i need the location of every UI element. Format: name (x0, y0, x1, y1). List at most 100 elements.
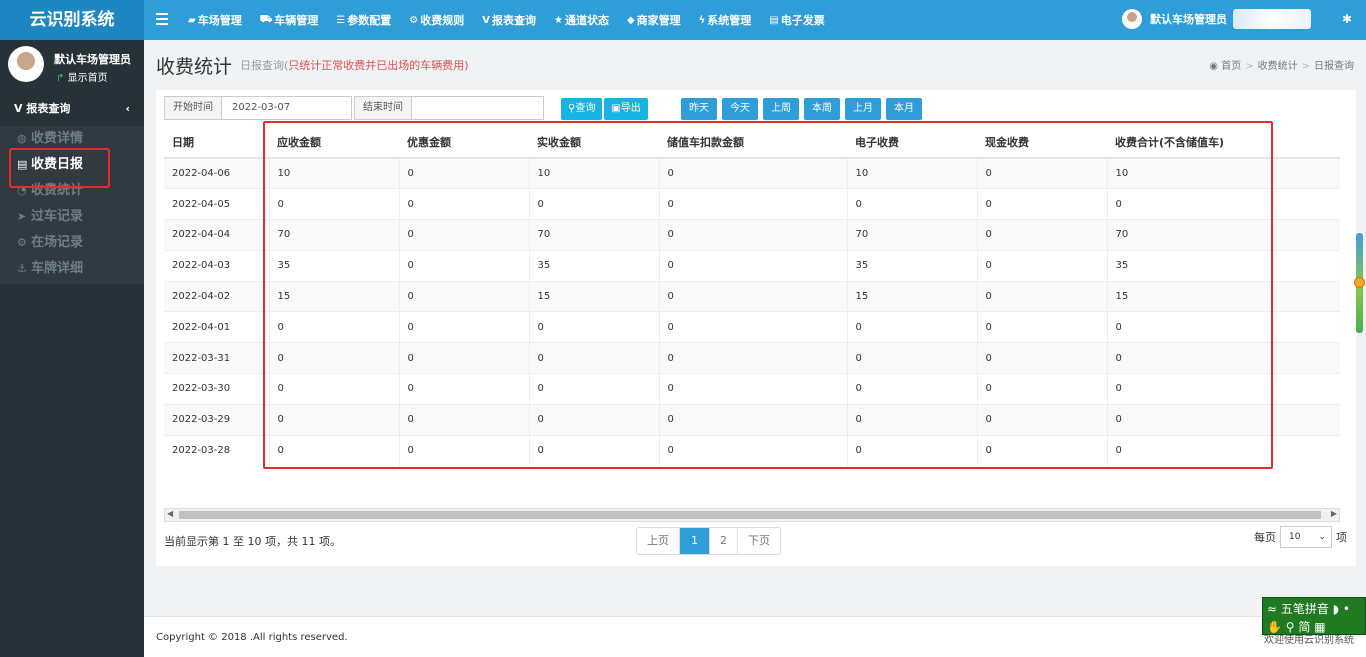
table-cell: 0 (658, 219, 847, 251)
table-cell: 0 (528, 434, 659, 466)
table-cell: 0 (398, 403, 529, 436)
nav-merchants[interactable]: ◆ 商家管理 (627, 12, 681, 28)
table-cell: 0 (976, 311, 1107, 343)
scroll-left-icon[interactable]: ◀ (167, 509, 173, 518)
table-cell: 15 (528, 280, 659, 312)
table-cell: 0 (846, 311, 977, 343)
table-cell: 0 (976, 157, 1107, 189)
table-cell: 2022-04-04 (164, 219, 269, 251)
scrollbar-thumb[interactable] (1354, 277, 1365, 288)
page-subtitle: 日报查询(只统计正常收费并已出场的车辆费用) (240, 59, 469, 72)
nav-vehicles[interactable]: ⛟ 车辆管理 (260, 12, 319, 28)
redacted-area (1233, 9, 1311, 29)
table-cell: 0 (398, 280, 529, 312)
table-cell: 0 (398, 311, 529, 343)
next-page-button[interactable]: 下页 (738, 528, 780, 554)
dashboard-icon: ◉ (1209, 61, 1219, 72)
column-header[interactable]: 电子收费 (847, 126, 977, 159)
profile-name: 默认车场管理员 (54, 53, 131, 66)
breadcrumb-home[interactable]: 首页 (1221, 61, 1241, 72)
app-logo[interactable]: 云识别系统 (0, 0, 144, 40)
nav-params[interactable]: ☰ 参数配置 (336, 12, 391, 28)
menu-toggle-icon[interactable] (156, 13, 168, 25)
per-page-select[interactable]: 10 ⌄ (1280, 526, 1332, 548)
table-cell: 0 (976, 249, 1107, 282)
table-cell: 0 (658, 373, 847, 405)
ime-toolbar[interactable]: ≈ 五笔拼音 ◗ • ✋ ⚲ 简 ▦ (1262, 597, 1366, 635)
sidebar: 默认车场管理员 ↱ 显示首页 V 报表查询 ‹ ◍ 收费详情 ▤ 收费日报 ◔ 收费统… (0, 40, 144, 657)
table-cell: 0 (658, 434, 847, 466)
end-time-input[interactable] (412, 96, 544, 120)
column-header[interactable]: 优惠金额 (399, 126, 529, 159)
horizontal-scrollbar[interactable]: ◀ ▶ (164, 508, 1340, 522)
gears-icon: ⚙ (409, 14, 419, 26)
column-header[interactable]: 应收金额 (269, 126, 399, 159)
search-button[interactable]: ⚲查询 (561, 98, 603, 120)
nav-reports[interactable]: V 报表查询 (482, 12, 536, 28)
table-cell: 0 (528, 373, 659, 405)
user-menu[interactable]: 默认车场管理员 (1122, 9, 1311, 29)
table-cell: 2022-03-31 (164, 342, 269, 374)
scroll-right-icon[interactable]: ▶ (1331, 509, 1337, 518)
table-row: 2022-04-05 0 0 0 0 0 0 0 (164, 188, 1340, 220)
export-button[interactable]: ▣导出 (604, 98, 648, 120)
report-panel: 开始时间 2022-03-07 结束时间 ⚲查询 ▣导出 昨天 今天 上周 本周… (156, 90, 1356, 566)
table-cell: 2022-04-03 (164, 249, 269, 282)
anchor-icon: ⚓ (17, 262, 27, 275)
share-icon[interactable]: ✱ (1342, 12, 1352, 26)
sidebar-section-reports[interactable]: V 报表查询 ‹ (0, 98, 144, 120)
table-cell: 35 (1106, 249, 1340, 282)
nav-e-invoice[interactable]: ▤ 电子发票 (769, 12, 824, 28)
nav-system[interactable]: ϟ 系统管理 (699, 12, 752, 28)
nav-parking-lot[interactable]: ▰ 车场管理 (188, 12, 242, 28)
page-1-button[interactable]: 1 (680, 528, 710, 554)
table-row: 2022-03-29 0 0 0 0 0 0 0 (164, 403, 1340, 436)
start-time-input[interactable]: 2022-03-07 (222, 96, 352, 120)
table-cell: 35 (268, 249, 399, 282)
nav-channel-status[interactable]: ★ 通道状态 (554, 12, 609, 28)
column-header[interactable]: 实收金额 (529, 126, 659, 159)
start-time-label: 开始时间 (164, 96, 222, 120)
table-cell: 0 (976, 219, 1107, 251)
sliders-icon: ☰ (336, 14, 346, 26)
page-2-button[interactable]: 2 (710, 528, 738, 554)
sidebar-profile: 默认车场管理员 ↱ 显示首页 (0, 40, 144, 98)
table-cell: 0 (658, 188, 847, 220)
scrollbar-thumb[interactable] (179, 511, 1321, 519)
column-header[interactable]: 储值车扣款金额 (659, 126, 847, 159)
vine-icon: V (482, 14, 490, 26)
column-header[interactable]: 日期 (164, 126, 269, 159)
table-row: 2022-04-04 70 0 70 0 70 0 70 (164, 219, 1340, 251)
table-cell: 0 (398, 157, 529, 189)
sidebar-item-present-records[interactable]: ⚙ 在场记录 (0, 230, 144, 256)
table-cell: 0 (976, 342, 1107, 374)
table-cell: 10 (1106, 157, 1340, 189)
sidebar-item-plate-details[interactable]: ⚓ 车牌详细 (0, 256, 144, 282)
breadcrumb: ◉ 首页 > 收费统计 > 日报查询 (1209, 61, 1354, 72)
table-cell: 70 (846, 219, 977, 251)
vertical-scrollbar[interactable] (1354, 233, 1365, 333)
sidebar-item-pass-records[interactable]: ➤ 过车记录 (0, 204, 144, 230)
column-header[interactable]: 收费合计(不含储值车) (1107, 126, 1340, 159)
highlight-box-sidebar (9, 148, 110, 188)
table-cell: 0 (398, 249, 529, 282)
breadcrumb-stats[interactable]: 收费统计 (1258, 61, 1298, 72)
today-button[interactable]: 今天 (722, 98, 758, 120)
this-month-button[interactable]: 本月 (886, 98, 922, 120)
last-week-button[interactable]: 上周 (763, 98, 799, 120)
table-cell: 0 (268, 434, 399, 466)
table-cell: 0 (976, 373, 1107, 405)
file-icon: ▣ (611, 103, 621, 114)
table-cell: 0 (268, 188, 399, 220)
show-home-link[interactable]: ↱ 显示首页 (56, 69, 108, 84)
yesterday-button[interactable]: 昨天 (681, 98, 717, 120)
nav-fee-rules[interactable]: ⚙ 收费规则 (409, 12, 464, 28)
last-month-button[interactable]: 上月 (845, 98, 881, 120)
this-week-button[interactable]: 本周 (804, 98, 840, 120)
table-cell: 0 (658, 249, 847, 282)
table-header: 日期 应收金额 优惠金额 实收金额 储值车扣款金额 电子收费 现金收费 收费合计… (164, 126, 1340, 159)
table-cell: 0 (846, 373, 977, 405)
top-navbar: 云识别系统 ▰ 车场管理 ⛟ 车辆管理 ☰ 参数配置 ⚙ 收费规则 V 报表查询 ★ 通道状… (0, 0, 1366, 40)
prev-page-button[interactable]: 上页 (637, 528, 680, 554)
column-header[interactable]: 现金收费 (977, 126, 1107, 159)
